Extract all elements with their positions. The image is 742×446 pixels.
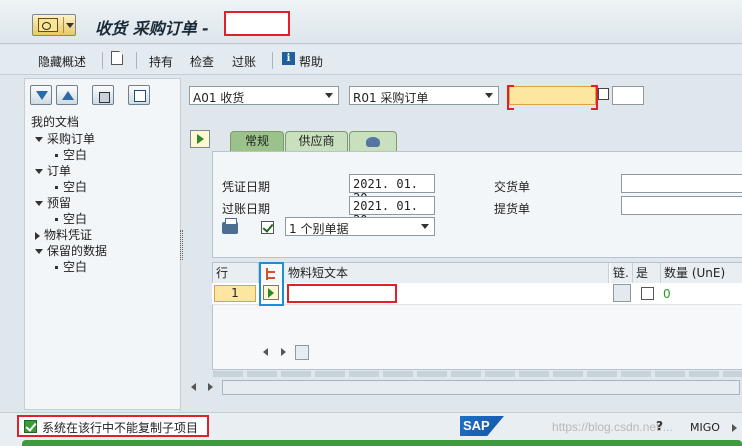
transaction-code: MIGO (690, 421, 720, 434)
delivery-note-field[interactable] (621, 174, 742, 193)
tab-general[interactable]: 常规 (230, 131, 284, 151)
system-menu-button[interactable] (32, 14, 76, 36)
material-text-cell[interactable] (287, 284, 397, 303)
splitter-handle[interactable] (180, 230, 183, 260)
column-header-chain[interactable]: 链. (611, 263, 633, 283)
tree-node-order[interactable]: 订单 (35, 162, 71, 179)
collapse-all-button[interactable] (56, 85, 78, 105)
scroll-right-icon[interactable] (281, 348, 286, 356)
expand-all-button[interactable] (30, 85, 52, 105)
document-overview-panel: 我的文档 采购订单 空白 订单 空白 预留 空白 物料凭证 保留的数据 空白 (24, 78, 181, 410)
detail-toggle-button[interactable] (190, 130, 210, 148)
expand-row-icon[interactable] (263, 285, 279, 300)
reference-select[interactable]: R01 采购订单 (349, 86, 499, 105)
scroll-thumb[interactable] (222, 380, 740, 395)
action-select[interactable]: A01 收货 (189, 86, 339, 105)
tab-vendor[interactable]: 供应商 (285, 131, 348, 151)
doc-date-field[interactable]: 2021. 01. 20 (349, 174, 435, 205)
bill-of-lading-field[interactable] (621, 196, 742, 215)
scroll-left-icon[interactable] (191, 383, 196, 391)
posting-date-field[interactable]: 2021. 01. 20 (349, 196, 435, 227)
tree-node-held-data[interactable]: 保留的数据 (35, 242, 107, 259)
column-header-ok[interactable]: 是 (633, 263, 661, 283)
expand-icon (35, 201, 43, 206)
expand-icon (35, 249, 43, 254)
collapsed-icon (35, 231, 40, 240)
status-message: 系统在该行中不能复制子项目 (42, 421, 199, 435)
application-toolbar: 隐藏概述 持有 检查 过账 i 帮助 (0, 45, 742, 75)
tree-leaf[interactable]: 空白 (55, 146, 87, 163)
scroll-right-icon[interactable] (208, 383, 213, 391)
bottom-frame (22, 440, 742, 446)
help-button[interactable]: 帮助 (299, 53, 323, 70)
print-checkbox[interactable] (261, 221, 274, 234)
hold-button[interactable]: 持有 (149, 53, 173, 70)
page-title: 收货 采购订单 - (95, 19, 209, 38)
delete-button[interactable] (92, 85, 114, 105)
tree-node-material-doc[interactable]: 物料凭证 (35, 226, 92, 243)
post-button[interactable]: 过账 (232, 53, 256, 70)
column-header-line[interactable]: 行 (213, 263, 259, 283)
hide-overview-button[interactable]: 隐藏概述 (38, 53, 86, 70)
quantity-cell[interactable]: 0 (663, 287, 671, 301)
chevron-down-icon (325, 93, 333, 98)
chevron-down-icon (66, 23, 74, 28)
tab-partner[interactable] (349, 131, 397, 151)
purchase-order-input[interactable] (507, 85, 598, 110)
print-mode-select[interactable]: 1 个别单据 (285, 217, 435, 236)
tree-node-reservation[interactable]: 预留 (35, 194, 71, 211)
check-button[interactable]: 检查 (190, 53, 214, 70)
delivery-note-label: 交货单 (494, 180, 531, 194)
tree-leaf[interactable]: 空白 (55, 210, 87, 227)
item-input[interactable] (612, 86, 644, 105)
new-document-icon[interactable] (111, 51, 123, 65)
title-redacted-box (224, 11, 290, 36)
tree-leaf[interactable]: 空白 (55, 258, 87, 275)
success-check-icon (24, 420, 37, 433)
info-icon[interactable]: i (282, 52, 295, 65)
menu-icon (38, 18, 58, 32)
scroll-left-icon[interactable] (263, 348, 268, 356)
help-icon[interactable]: ? (656, 419, 663, 433)
chain-icon[interactable] (613, 284, 631, 302)
copy-icon[interactable] (598, 88, 609, 100)
item-ok-checkbox[interactable] (641, 287, 654, 300)
expand-icon (35, 137, 43, 142)
tree-leaf[interactable]: 空白 (55, 178, 87, 195)
doc-date-label: 凭证日期 (222, 180, 271, 194)
printer-icon (222, 218, 238, 234)
tree-title: 我的文档 (31, 115, 80, 129)
chevron-right-icon[interactable] (732, 424, 737, 432)
column-header-qty[interactable]: 数量 (UnE) (661, 263, 742, 283)
chevron-down-icon (421, 224, 429, 229)
watermark-text: https://blog.csdn.net/... (552, 420, 673, 434)
close-overview-button[interactable] (128, 85, 150, 105)
chevron-down-icon (485, 93, 493, 98)
expand-icon (35, 169, 43, 174)
row-line-number[interactable]: 1 (214, 285, 256, 302)
partner-icon (366, 137, 380, 147)
column-header-text[interactable]: 物料短文本 (284, 263, 609, 283)
bill-of-lading-label: 提货单 (494, 202, 531, 216)
scroll-thumb[interactable] (295, 345, 309, 360)
posting-date-label: 过账日期 (222, 202, 271, 216)
tree-node-purchase-order[interactable]: 采购订单 (35, 130, 95, 147)
